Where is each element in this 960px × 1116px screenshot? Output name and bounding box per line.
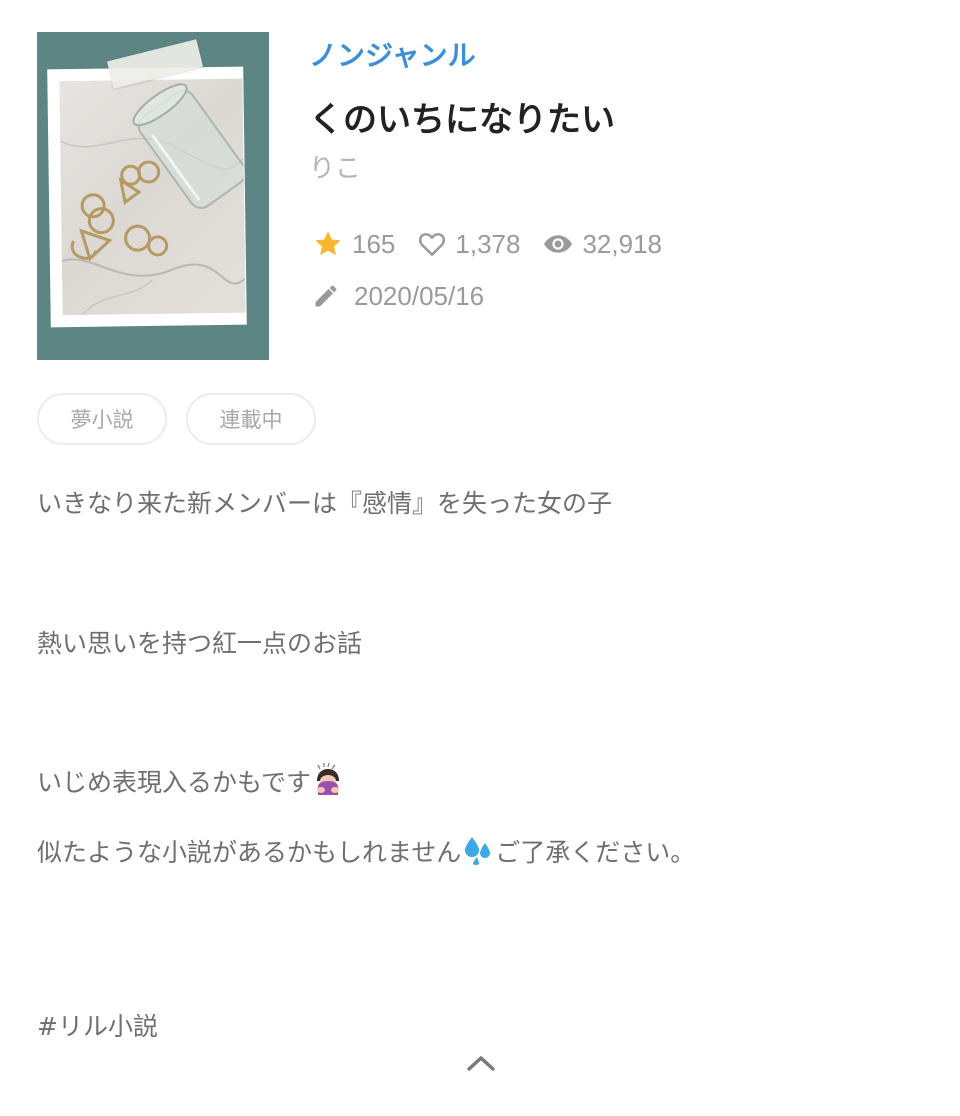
view-count: 32,918 — [582, 228, 662, 259]
tag-list: 夢小説 連載中 — [37, 393, 335, 445]
genre-link[interactable]: ノンジャンル — [309, 34, 476, 74]
collapse-button[interactable] — [464, 1050, 498, 1076]
chevron-up-icon — [467, 1056, 495, 1071]
tag-yume-shousetsu[interactable]: 夢小説 — [37, 393, 167, 445]
pencil-icon — [315, 285, 337, 307]
photo-frame — [47, 66, 247, 328]
stat-views: 32,918 — [542, 228, 662, 260]
person-bowing-emoji — [312, 762, 344, 801]
description-text: いじめ表現入るかもです — [37, 768, 312, 797]
like-count: 1,378 — [455, 228, 521, 259]
update-date: 2020/05/16 — [354, 280, 485, 311]
heart-icon — [419, 232, 446, 257]
description-line: 熱い思いを持つ紅一点のお話 — [37, 629, 363, 658]
hashtag[interactable]: #リル小説 — [37, 1007, 158, 1043]
author-name[interactable]: りこ — [309, 148, 361, 185]
cover-image[interactable] — [37, 32, 269, 360]
novel-title: くのいちになりたい — [309, 100, 615, 140]
description-line: いじめ表現入るかもです — [37, 762, 345, 801]
stat-likes: 1,378 — [417, 229, 520, 260]
description-text: 似たような小説があるかもしれません — [37, 838, 462, 867]
photo — [59, 78, 246, 316]
description-line: いきなり来た新メンバーは『感情』を失った女の子 — [37, 489, 613, 518]
stats-row: 165 1,378 32,918 — [312, 226, 684, 262]
novel-detail-page: ノンジャンル くのいちになりたい りこ 165 1,378 32,918 202… — [0, 0, 960, 1116]
rings-and-jar-illustration — [59, 83, 246, 316]
stat-stars: 165 — [312, 228, 395, 260]
star-count: 165 — [352, 228, 396, 259]
tag-rensaichuu[interactable]: 連載中 — [186, 393, 316, 445]
description-line: 似たような小説があるかもしれません ご了承ください。 — [37, 833, 695, 871]
update-date-row: 2020/05/16 — [312, 278, 484, 314]
description-text: ご了承ください。 — [495, 838, 696, 867]
sweat-droplets-emoji — [462, 833, 494, 871]
star-icon — [315, 231, 341, 256]
eye-icon — [544, 235, 573, 253]
